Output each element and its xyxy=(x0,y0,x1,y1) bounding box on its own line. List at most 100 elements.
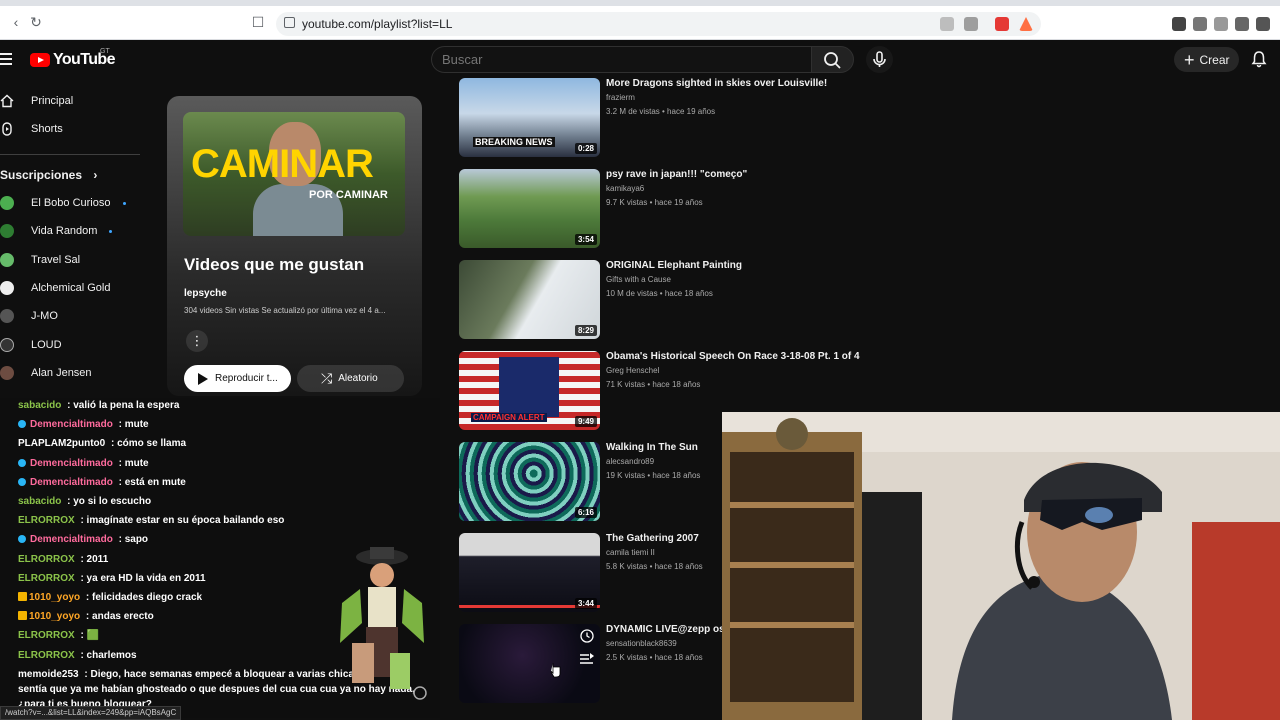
thumbnail-overlay-text: BREAKING NEWS xyxy=(473,137,555,147)
video-thumbnail[interactable]: CAMPAIGN ALERT 9:49 xyxy=(459,351,600,430)
chat-message: Demencialtimado : mute xyxy=(18,458,149,469)
video-title[interactable]: Obama's Historical Speech On Race 3-18-0… xyxy=(606,351,860,362)
chat-username: ELRORROX xyxy=(18,553,75,565)
add-to-queue-icon[interactable] xyxy=(580,653,594,665)
sidebar-item-label: Vida Random xyxy=(31,225,98,237)
video-channel[interactable]: kamikaya6 xyxy=(606,184,644,193)
sidebar-item-subscription[interactable]: El Bobo Curioso xyxy=(0,192,126,214)
voice-search-button[interactable] xyxy=(866,46,893,73)
youtube-play-icon xyxy=(30,53,50,67)
video-duration: 3:54 xyxy=(574,234,597,245)
search-input[interactable] xyxy=(432,47,792,72)
menu-icon[interactable] xyxy=(0,53,12,65)
search-button[interactable] xyxy=(811,46,854,73)
play-all-label: Reproducir t... xyxy=(215,373,278,384)
subscriptions-heading-label: Suscripciones xyxy=(0,168,83,182)
thumbnail-subtitle-text: POR CAMINAR xyxy=(309,189,388,201)
play-all-button[interactable]: Reproducir t... xyxy=(184,365,291,392)
chat-username: ELRORROX xyxy=(18,572,75,584)
puzzle-icon[interactable] xyxy=(1193,17,1207,31)
chat-text: : 🟩 xyxy=(77,630,100,642)
browser-toolbar: ‹ ↻ ☐ youtube.com/playlist?list=LL xyxy=(0,0,1280,40)
address-url: youtube.com/playlist?list=LL xyxy=(302,17,453,31)
chat-text: : valió la pena la espera xyxy=(64,400,180,411)
video-thumbnail[interactable]: 6:16 xyxy=(459,442,600,521)
history-icon[interactable] xyxy=(1214,17,1228,31)
chat-text: : imagínate estar en su época bailando e… xyxy=(77,515,285,527)
sidebar-subscriptions-heading[interactable]: Suscripciones › xyxy=(0,168,97,182)
sidebar-item-subscription[interactable]: Travel Sal xyxy=(0,249,80,271)
sidebar-item-shorts[interactable]: Shorts xyxy=(0,118,63,140)
chat-message: Demencialtimado : mute xyxy=(18,419,149,430)
video-channel[interactable]: Greg Henschel xyxy=(606,366,659,375)
playlist-more-options-button[interactable]: ⋮ xyxy=(186,330,208,352)
shuffle-icon: ⤮ xyxy=(321,370,333,386)
video-title[interactable]: ORIGINAL Elephant Painting xyxy=(606,260,742,271)
sidebar-item-subscription[interactable]: Vida Random xyxy=(0,220,113,242)
sidebar-toggle-icon[interactable] xyxy=(1235,17,1249,31)
video-thumbnail[interactable]: BREAKING NEWS 0:28 xyxy=(459,78,600,157)
sidebar-item-subscription[interactable]: LOUD xyxy=(0,334,62,356)
chat-text: : sapo xyxy=(115,534,149,546)
chat-username: Demencialtimado xyxy=(30,457,113,469)
video-title[interactable]: More Dragons sighted in skies over Louis… xyxy=(606,78,827,89)
video-channel[interactable]: camila tiemi II xyxy=(606,548,655,557)
wallet-icon[interactable] xyxy=(1256,17,1270,31)
sidebar-item-subscription[interactable]: J-MO xyxy=(0,305,58,327)
brave-shield-icon[interactable] xyxy=(995,17,1009,31)
create-button[interactable]: + Crear xyxy=(1174,47,1239,72)
sidebar-item-subscription[interactable]: Alan Jensen xyxy=(0,362,92,384)
sidebar-item-label: J-MO xyxy=(31,310,58,322)
video-title[interactable]: DYNAMIC LIVE@zepp osal xyxy=(606,624,733,635)
reload-icon[interactable]: ↻ xyxy=(28,14,44,30)
chat-text: : cómo se llama xyxy=(108,438,187,450)
avatar xyxy=(0,338,14,352)
video-channel[interactable]: alecsandro89 xyxy=(606,457,654,466)
video-title[interactable]: The Gathering 2007 xyxy=(606,533,699,544)
sidebar-item-subscription[interactable]: Alchemical Gold xyxy=(0,277,110,299)
playlist-video-item[interactable]: BREAKING NEWS 0:28 More Dragons sighted … xyxy=(459,78,859,160)
video-title[interactable]: Walking In The Sun xyxy=(606,442,698,453)
home-icon xyxy=(0,94,14,108)
playlist-video-item[interactable]: 8:29 ORIGINAL Elephant Painting Gifts wi… xyxy=(459,260,859,342)
playlist-owner[interactable]: lepsyche xyxy=(184,288,227,299)
play-icon xyxy=(198,372,208,385)
cast-icon[interactable] xyxy=(964,17,978,31)
video-title[interactable]: psy rave in japan!!! "começo" xyxy=(606,169,747,180)
bookmark-icon[interactable]: ☐ xyxy=(250,14,266,30)
chat-message: Demencialtimado : está en mute xyxy=(18,477,186,488)
video-thumbnail[interactable]: 3:44 xyxy=(459,533,600,612)
extension-icon[interactable] xyxy=(1172,17,1186,31)
video-stats: 5.8 K vistas • hace 18 años xyxy=(606,562,703,571)
shuffle-button[interactable]: ⤮ Aleatorio xyxy=(297,365,404,392)
video-channel[interactable]: sensationblack8639 xyxy=(606,639,677,648)
chat-username: sabacido xyxy=(18,400,62,411)
video-thumbnail[interactable]: 8:29 xyxy=(459,260,600,339)
chevron-right-icon: › xyxy=(93,168,98,182)
new-content-dot xyxy=(109,229,113,233)
translate-icon[interactable] xyxy=(940,17,954,31)
avatar xyxy=(0,309,14,323)
shorts-icon xyxy=(2,122,12,136)
back-icon[interactable]: ‹ xyxy=(8,14,24,30)
mouse-cursor-icon xyxy=(550,663,561,678)
site-info-icon[interactable] xyxy=(284,17,295,28)
youtube-logo[interactable]: YouTube GT xyxy=(30,48,115,69)
thumbnail-title-text: CAMINAR xyxy=(191,142,374,186)
youtube-header: YouTube GT + Crear xyxy=(0,40,1280,78)
playlist-video-item[interactable]: 3:54 psy rave in japan!!! "começo" kamik… xyxy=(459,169,859,251)
video-channel[interactable]: Gifts with a Cause xyxy=(606,275,671,284)
chat-message: sabacido : yo si lo escucho xyxy=(18,496,151,507)
playlist-thumbnail[interactable]: CAMINAR POR CAMINAR xyxy=(183,112,405,236)
watch-later-icon[interactable] xyxy=(580,629,594,643)
video-thumbnail[interactable]: 3:54 xyxy=(459,169,600,248)
sidebar-item-home[interactable]: Principal xyxy=(0,90,73,112)
video-thumbnail[interactable] xyxy=(459,624,600,703)
chat-mascot-illustration xyxy=(340,547,427,700)
video-channel[interactable]: frazierm xyxy=(606,93,635,102)
chat-message: sabacido : valió la pena la espera xyxy=(18,400,179,411)
thumbnail-figure xyxy=(499,357,559,417)
notifications-bell-icon[interactable] xyxy=(1250,50,1268,68)
subscriber-badge-icon xyxy=(18,611,27,621)
address-bar[interactable]: youtube.com/playlist?list=LL xyxy=(276,12,1041,36)
